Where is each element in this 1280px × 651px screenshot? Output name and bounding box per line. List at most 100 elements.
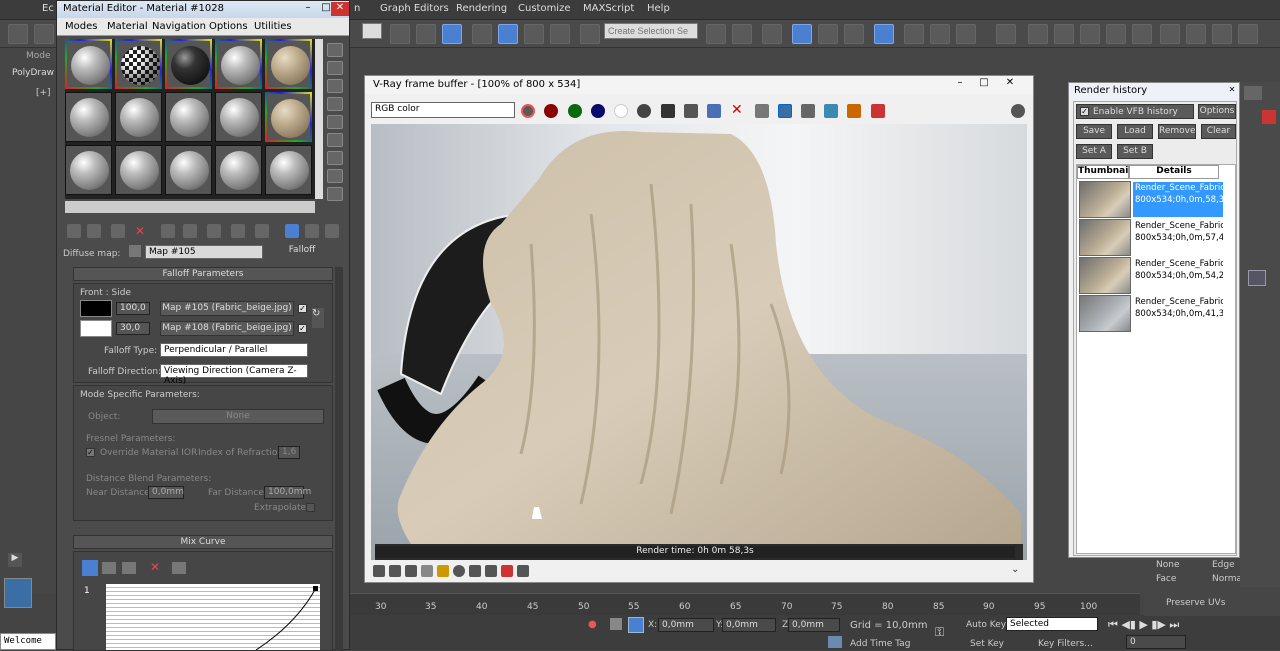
frame-field[interactable]: 0: [1126, 635, 1186, 649]
set-b-button[interactable]: Set B: [1117, 144, 1153, 159]
color-swatch-icon[interactable]: [1262, 110, 1276, 124]
percent-snap-icon[interactable]: [524, 24, 544, 44]
history-remove-button[interactable]: Remove: [1158, 124, 1196, 139]
track-mouse-icon[interactable]: [755, 104, 769, 118]
maxscript-listener[interactable]: Welcome: [0, 633, 56, 650]
vray-toolbar-icon[interactable]: [996, 24, 1016, 44]
rgb-channel-icon[interactable]: [521, 104, 535, 118]
light-icon[interactable]: [1028, 24, 1048, 44]
sample-uv-icon[interactable]: [327, 97, 343, 111]
backlight-icon[interactable]: [327, 61, 343, 75]
background-icon[interactable]: [327, 79, 343, 93]
tool-icon[interactable]: [1238, 24, 1258, 44]
history-item[interactable]: Render_Scene_Fabric.r 800x534;0h,0m,41,3s: [1079, 295, 1223, 332]
time-tag-icon[interactable]: [828, 636, 842, 648]
far-distance-spinner[interactable]: 100,0mm: [264, 486, 311, 499]
material-id-icon[interactable]: [231, 224, 245, 238]
snap-icon[interactable]: [472, 24, 492, 44]
render-icon[interactable]: [956, 24, 976, 44]
material-navigator-icon[interactable]: [327, 187, 343, 201]
srgb-icon[interactable]: [847, 104, 861, 118]
filter-dropdown[interactable]: [362, 23, 382, 39]
y-coord-field[interactable]: 0,0mm: [722, 618, 776, 632]
set-a-button[interactable]: Set A: [1076, 144, 1112, 159]
alpha-channel-icon[interactable]: [614, 104, 628, 118]
enable-history-toggle[interactable]: ✓ Enable VFB history: [1076, 104, 1194, 119]
front-amount-spinner[interactable]: 100,0: [116, 302, 150, 315]
me-scrollbar[interactable]: [335, 267, 343, 651]
close-icon[interactable]: ✕: [331, 2, 349, 16]
history-clear-button[interactable]: Clear: [1201, 124, 1236, 139]
front-map-checkbox[interactable]: ✓: [298, 304, 307, 313]
material-slot[interactable]: [165, 145, 212, 195]
show-end-result-icon[interactable]: [285, 224, 299, 238]
pixel-aspect-icon[interactable]: [501, 565, 513, 577]
menu-maxscript[interactable]: MAXScript: [583, 3, 634, 14]
material-slot[interactable]: [115, 145, 162, 195]
make-preview-icon[interactable]: [327, 133, 343, 147]
tool-icon[interactable]: [1186, 24, 1206, 44]
curve-icon[interactable]: [421, 565, 433, 577]
auto-key-button[interactable]: Auto Key: [966, 620, 1006, 630]
region-render-icon[interactable]: [778, 104, 792, 118]
radio-edge[interactable]: Edge: [1212, 560, 1235, 570]
me-menu-utilities[interactable]: Utilities: [254, 21, 292, 32]
minimize-icon[interactable]: –: [299, 2, 317, 16]
material-slot[interactable]: [65, 92, 112, 142]
menu-item[interactable]: Ec: [42, 3, 54, 14]
panel-icon[interactable]: [1248, 270, 1266, 286]
object-pick-button[interactable]: None: [152, 409, 324, 424]
details-column-header[interactable]: Details: [1129, 165, 1219, 179]
pin-icon[interactable]: ●: [588, 619, 597, 630]
ior-spinner[interactable]: 1,6: [278, 446, 300, 459]
select-icon[interactable]: [390, 24, 410, 44]
green-channel-icon[interactable]: [568, 104, 582, 118]
viewport-nav-icon[interactable]: [4, 578, 32, 608]
me-menu-modes[interactable]: Modes: [65, 21, 97, 32]
copy-material-icon[interactable]: [161, 224, 175, 238]
play-icon[interactable]: ▶: [8, 553, 22, 567]
stereo-icon[interactable]: [517, 565, 529, 577]
go-forward-icon[interactable]: [325, 224, 339, 238]
show-corrections-icon[interactable]: [373, 565, 385, 577]
curve-editor-icon[interactable]: [818, 24, 838, 44]
falloff-parameters-rollout[interactable]: Falloff Parameters: [73, 267, 333, 281]
menu-help[interactable]: Help: [647, 3, 670, 14]
material-slot[interactable]: [265, 145, 312, 195]
viewport-label[interactable]: [+]: [36, 88, 51, 98]
blue-channel-icon[interactable]: [591, 104, 605, 118]
override-ior-checkbox[interactable]: ✓: [86, 448, 95, 457]
absolute-mode-icon[interactable]: [628, 617, 644, 633]
move-point-icon[interactable]: [82, 560, 98, 576]
history-item[interactable]: Render_Scene_Fabric.r 800x534;0h,0m,54,2s: [1079, 257, 1223, 294]
slots-vscrollbar[interactable]: [315, 39, 323, 199]
align-icon[interactable]: [732, 24, 752, 44]
playback-controls[interactable]: ⏮ ◀▮ ▶ ▮▶ ⏭: [1108, 618, 1280, 632]
key-filters-button[interactable]: Key Filters...: [1038, 639, 1093, 649]
sample-type-icon[interactable]: [327, 43, 343, 57]
link-icon[interactable]: [8, 24, 28, 44]
side-map-checkbox[interactable]: ✓: [298, 324, 307, 333]
reset-curve-icon[interactable]: [172, 562, 186, 574]
panel-icon[interactable]: [1244, 86, 1262, 100]
material-slot[interactable]: [115, 39, 162, 89]
make-unique-icon[interactable]: [183, 224, 197, 238]
scale-point-icon[interactable]: [102, 562, 116, 574]
falloff-type-dropdown[interactable]: Perpendicular / Parallel: [160, 343, 308, 357]
schematic-view-icon[interactable]: [844, 24, 864, 44]
get-material-icon[interactable]: [67, 224, 81, 238]
menu-graph-editors[interactable]: Graph Editors: [380, 3, 449, 14]
video-color-icon[interactable]: [327, 115, 343, 129]
side-color-swatch[interactable]: [80, 320, 112, 337]
reset-map-icon[interactable]: ✕: [135, 224, 149, 238]
material-slot[interactable]: [215, 39, 262, 89]
select-by-material-icon[interactable]: [327, 169, 343, 183]
scene-explorer-icon[interactable]: [792, 24, 812, 44]
tool-icon[interactable]: [1080, 24, 1100, 44]
close-icon[interactable]: ✕: [1001, 77, 1019, 91]
expand-chevron-icon[interactable]: ⌄: [1011, 564, 1019, 575]
exposure-icon[interactable]: [437, 565, 449, 577]
history-options-button[interactable]: Options: [1198, 104, 1236, 119]
spinner-snap-icon[interactable]: [550, 24, 570, 44]
go-to-parent-icon[interactable]: [305, 224, 319, 238]
